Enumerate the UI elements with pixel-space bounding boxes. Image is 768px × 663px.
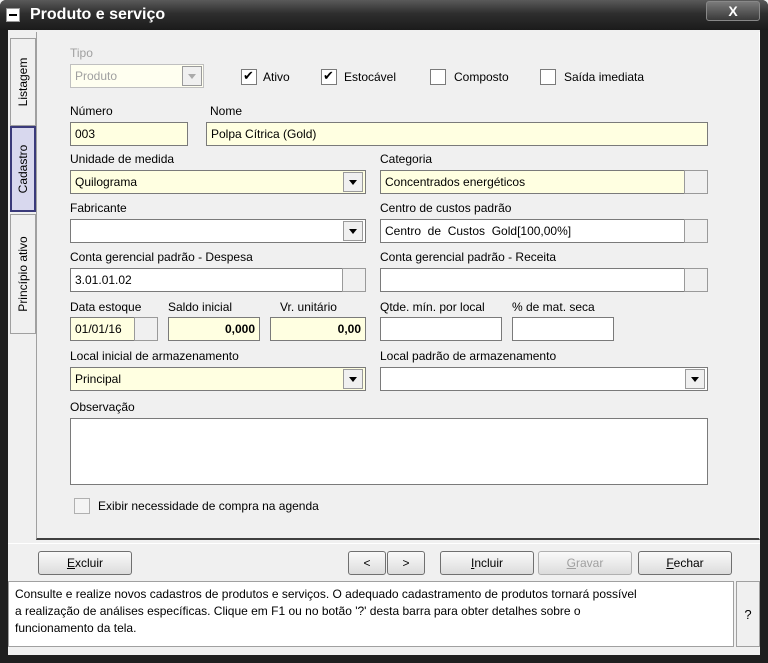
fabricante-dropdown-button[interactable]	[343, 221, 363, 241]
saida-imediata-checkbox[interactable]	[540, 69, 556, 85]
composto-label: Composto	[454, 70, 509, 84]
unidade-label: Unidade de medida	[70, 152, 175, 166]
numero-label: Número	[70, 104, 113, 118]
hint-line: funcionamento da tela.	[15, 621, 137, 635]
hint-line: Consulte e realize novos cadastros de pr…	[15, 587, 637, 601]
conta-despesa-label: Conta gerencial padrão - Despesa	[70, 250, 253, 264]
saldo-inicial-label: Saldo inicial	[168, 300, 233, 314]
fabricante-select[interactable]	[70, 219, 366, 243]
fechar-button[interactable]: Fechar	[638, 551, 732, 575]
estocavel-checkbox[interactable]	[321, 68, 337, 85]
qtde-min-input[interactable]	[380, 317, 502, 341]
local-padrao-label: Local padrão de armazenamento	[380, 349, 557, 363]
tab-principio-ativo[interactable]: Princípio ativo	[10, 214, 36, 334]
gravar-accel: G	[566, 556, 576, 570]
local-padrao-dropdown-button[interactable]	[685, 369, 705, 389]
observacao-label: Observação	[70, 400, 135, 414]
data-estoque-input[interactable]: 01/01/16	[70, 317, 136, 341]
local-inicial-select[interactable]: Principal	[70, 367, 366, 391]
exibir-necessidade-checkbox[interactable]	[74, 498, 90, 514]
local-padrao-select[interactable]	[380, 367, 708, 391]
calendar-button[interactable]	[134, 317, 158, 341]
ativo-checkbox[interactable]	[241, 68, 257, 85]
excluir-rest: xcluir	[75, 556, 104, 570]
next-button[interactable]: >	[387, 551, 425, 575]
categoria-label: Categoria	[380, 152, 433, 166]
tipo-label: Tipo	[70, 46, 93, 60]
tab-cadastro[interactable]: Cadastro	[10, 126, 36, 212]
local-inicial-label: Local inicial de armazenamento	[70, 349, 239, 363]
categoria-lookup-button[interactable]	[684, 170, 708, 194]
saldo-inicial-input[interactable]: 0,000	[168, 317, 260, 341]
conta-despesa-input[interactable]: 3.01.01.02	[70, 268, 344, 292]
categoria-input[interactable]: Concentrados energéticos	[380, 170, 686, 194]
prev-button[interactable]: <	[348, 551, 386, 575]
tab-principio-ativo-label: Princípio ativo	[16, 236, 30, 312]
conta-receita-input[interactable]	[380, 268, 686, 292]
unidade-select[interactable]: Quilograma	[70, 170, 366, 194]
excluir-button[interactable]: Excluir	[38, 551, 132, 575]
mat-seca-input[interactable]	[512, 317, 614, 341]
qtde-min-label: Qtde. mín. por local	[380, 300, 485, 314]
observacao-textarea[interactable]	[70, 418, 708, 485]
data-estoque-label: Data estoque	[70, 300, 142, 314]
window-menu-icon[interactable]	[6, 8, 20, 22]
exibir-necessidade-label: Exibir necessidade de compra na agenda	[98, 499, 319, 513]
incluir-rest: ncluir	[474, 556, 504, 570]
chevron-down-icon	[182, 66, 202, 86]
button-bar: Excluir < > Incluir Gravar Fechar	[8, 543, 760, 579]
conta-receita-label: Conta gerencial padrão - Receita	[380, 250, 557, 264]
title-bar[interactable]: Produto e serviço X	[0, 0, 768, 30]
tab-listagem[interactable]: Listagem	[10, 38, 36, 126]
client-area: Listagem Cadastro Princípio ativo Tipo P…	[8, 30, 760, 655]
fechar-accel: F	[666, 556, 674, 570]
mat-seca-label: % de mat. seca	[512, 300, 595, 314]
numero-input[interactable]: 003	[70, 122, 188, 146]
unidade-dropdown-button[interactable]	[343, 172, 363, 192]
conta-receita-lookup-button[interactable]	[684, 268, 708, 292]
centro-custos-lookup-button[interactable]	[684, 219, 708, 243]
conta-despesa-lookup-button[interactable]	[342, 268, 366, 292]
fabricante-label: Fabricante	[70, 201, 127, 215]
saida-imediata-label: Saída imediata	[564, 70, 645, 84]
window: Produto e serviço X Listagem Cadastro Pr…	[0, 0, 768, 663]
ativo-label: Ativo	[263, 70, 290, 84]
gravar-button[interactable]: Gravar	[538, 551, 632, 575]
close-button[interactable]: X	[706, 1, 760, 21]
local-inicial-dropdown-button[interactable]	[343, 369, 363, 389]
gravar-rest: ravar	[576, 556, 604, 570]
tab-cadastro-label: Cadastro	[16, 144, 30, 194]
tab-listagem-label: Listagem	[16, 57, 30, 107]
fechar-rest: echar	[673, 556, 704, 570]
estocavel-label: Estocável	[344, 70, 397, 84]
centro-custos-input[interactable]: Centro de Custos Gold[100,00%]	[380, 219, 686, 243]
vr-unitario-input[interactable]: 0,00	[270, 317, 366, 341]
excluir-accel: E	[66, 556, 75, 570]
window-title: Produto e serviço	[30, 6, 166, 23]
incluir-button[interactable]: Incluir	[440, 551, 534, 575]
composto-checkbox[interactable]	[430, 69, 446, 85]
nome-input[interactable]: Polpa Cítrica (Gold)	[206, 122, 708, 146]
vr-unitario-label: Vr. unitário	[280, 300, 337, 314]
hint-panel: Consulte e realize novos cadastros de pr…	[8, 581, 734, 647]
nome-label: Nome	[210, 104, 243, 118]
help-button[interactable]: ?	[736, 581, 760, 647]
centro-custos-label: Centro de custos padrão	[380, 201, 512, 215]
hint-line: a realização de análises específicas. Cl…	[15, 604, 581, 618]
